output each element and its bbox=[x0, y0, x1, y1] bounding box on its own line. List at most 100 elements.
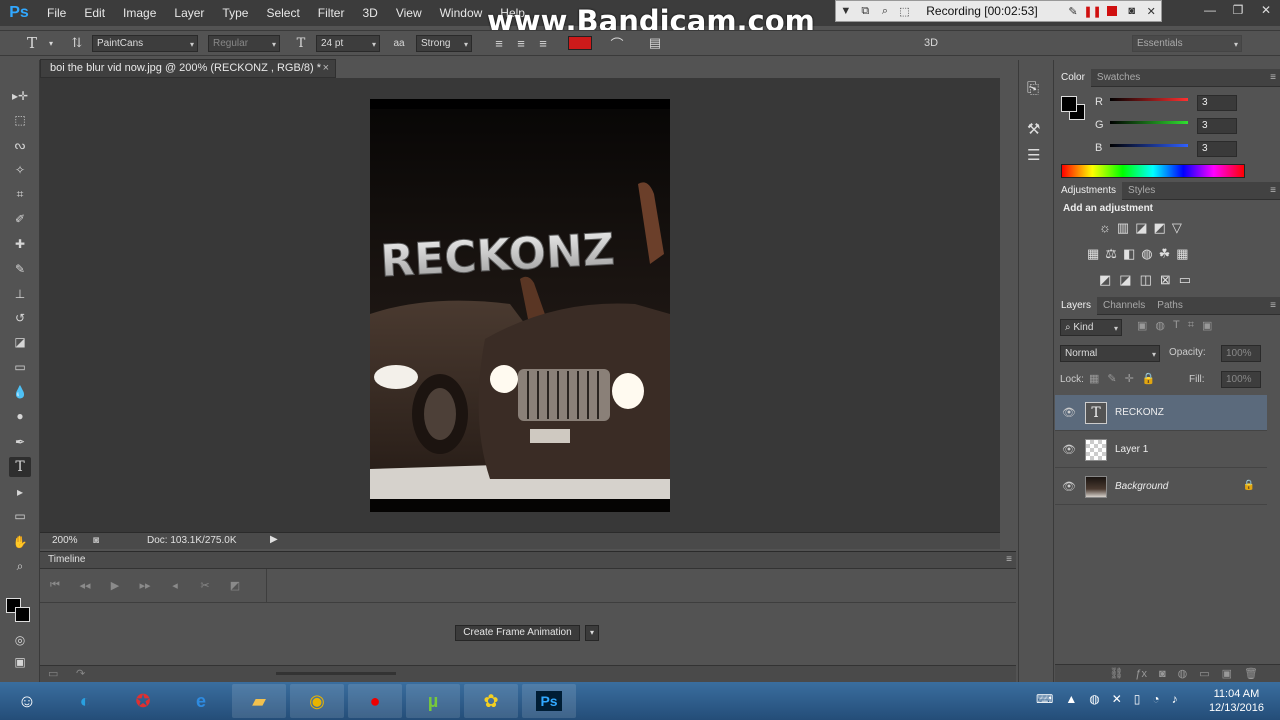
screen-mode-icon[interactable]: ▣ bbox=[9, 652, 31, 672]
camera-icon[interactable]: ◙ bbox=[1122, 1, 1142, 21]
start-button[interactable]: ☺ bbox=[0, 684, 54, 718]
close-icon[interactable]: ✕ bbox=[1141, 1, 1161, 21]
brush-tool-icon[interactable]: ✎ bbox=[9, 259, 31, 279]
menu-image[interactable]: Image bbox=[114, 0, 165, 26]
dodge-tool-icon[interactable]: ● bbox=[9, 406, 31, 426]
eraser-tool-icon[interactable]: ◪ bbox=[9, 332, 31, 352]
font-family-select[interactable]: PaintCans ▾ bbox=[92, 34, 198, 52]
first-frame-icon[interactable]: ⏮ bbox=[40, 579, 70, 592]
volume-icon[interactable]: ♪ bbox=[1172, 692, 1178, 706]
layer-row-background[interactable]: 👁 Background 🔒 bbox=[1055, 469, 1267, 505]
menu-filter[interactable]: Filter bbox=[309, 0, 354, 26]
history-brush-tool-icon[interactable]: ↺ bbox=[9, 308, 31, 328]
new-adjustment-icon[interactable]: ◍ bbox=[1178, 665, 1188, 682]
filter-shape-icon[interactable]: ⌗ bbox=[1188, 319, 1194, 332]
align-left-icon[interactable]: ≡ bbox=[488, 36, 510, 51]
blue-value-input[interactable]: 3 bbox=[1197, 141, 1237, 157]
eyedropper-tool-icon[interactable]: ✐ bbox=[9, 209, 31, 229]
menu-layer[interactable]: Layer bbox=[165, 0, 213, 26]
exposure-icon[interactable]: ◩ bbox=[1154, 220, 1166, 236]
font-style-select[interactable]: Regular ▾ bbox=[208, 34, 280, 52]
render-icon[interactable]: ↷ bbox=[76, 667, 85, 680]
vibrance-icon[interactable]: ▽ bbox=[1172, 220, 1182, 236]
internet-explorer-icon[interactable]: e bbox=[174, 684, 228, 718]
foreground-color-swatch[interactable] bbox=[1061, 96, 1077, 112]
text-orientation-icon[interactable]: ⇅ bbox=[66, 36, 88, 51]
wifi-icon[interactable]: ◔ bbox=[1152, 692, 1159, 706]
zoom-slider[interactable] bbox=[276, 672, 396, 675]
play-right-icon[interactable]: ▶ bbox=[270, 534, 278, 545]
actions-panel-icon[interactable]: ⚒ bbox=[1027, 120, 1040, 138]
tab-styles[interactable]: Styles bbox=[1122, 182, 1161, 200]
workspace-select[interactable]: Essentials ▾ bbox=[1132, 34, 1242, 52]
warp-text-icon[interactable]: ⌒ bbox=[606, 34, 628, 53]
document-canvas[interactable]: RECKONZ bbox=[370, 99, 670, 512]
pen-tool-icon[interactable]: ✒ bbox=[9, 432, 31, 452]
app-icon[interactable]: ✪ bbox=[116, 684, 170, 718]
levels-icon[interactable]: ▥ bbox=[1117, 220, 1129, 236]
stop-icon[interactable] bbox=[1102, 1, 1122, 21]
timeline-title[interactable]: Timeline bbox=[48, 554, 85, 565]
battery-icon[interactable]: ▯ bbox=[1134, 692, 1141, 706]
panel-menu-icon[interactable]: ≡ bbox=[1270, 300, 1276, 311]
document-tab[interactable]: boi the blur vid now.jpg @ 200% (RECKONZ… bbox=[40, 59, 336, 78]
transition-icon[interactable]: ◩ bbox=[220, 579, 250, 592]
photoshop-taskbar-icon[interactable]: Ps bbox=[522, 684, 576, 718]
selective-color-icon[interactable]: ⊠ bbox=[1160, 272, 1171, 288]
lasso-tool-icon[interactable]: ᔓ bbox=[9, 135, 31, 155]
properties-panel-icon[interactable]: ☰ bbox=[1027, 146, 1040, 164]
network-globe-icon[interactable]: ◍ bbox=[1089, 692, 1099, 706]
utorrent-icon[interactable]: µ bbox=[406, 684, 460, 718]
filter-pixel-icon[interactable]: ▣ bbox=[1137, 319, 1147, 332]
color-spectrum-ramp[interactable] bbox=[1061, 164, 1245, 178]
threed-button[interactable]: 3D bbox=[916, 37, 946, 49]
align-right-icon[interactable]: ≡ bbox=[532, 36, 554, 51]
red-value-input[interactable]: 3 bbox=[1197, 95, 1237, 111]
status-info-icon[interactable]: ◙ bbox=[93, 535, 99, 546]
marquee-tool-icon[interactable]: ⬚ bbox=[9, 110, 31, 130]
convert-icon[interactable]: ▭ bbox=[48, 667, 58, 680]
background-color-swatch[interactable] bbox=[15, 607, 30, 622]
close-window-icon[interactable]: ✕ bbox=[1252, 0, 1280, 20]
lock-transparent-icon[interactable]: ▦ bbox=[1089, 372, 1099, 385]
link-layers-icon[interactable]: ⛓ bbox=[1109, 665, 1123, 682]
curves-icon[interactable]: ◪ bbox=[1135, 220, 1147, 236]
menu-edit[interactable]: Edit bbox=[75, 0, 114, 26]
pause-icon[interactable]: ❚❚ bbox=[1083, 1, 1103, 21]
quick-select-tool-icon[interactable]: ✧ bbox=[9, 160, 31, 180]
brightness-icon[interactable]: ☼ bbox=[1099, 220, 1111, 236]
new-layer-icon[interactable]: ▣ bbox=[1222, 665, 1232, 682]
quick-mask-icon[interactable]: ◎ bbox=[9, 630, 31, 650]
play-icon[interactable]: ▶ bbox=[100, 579, 130, 592]
close-tab-icon[interactable]: × bbox=[323, 60, 329, 77]
photo-filter-icon[interactable]: ◍ bbox=[1141, 246, 1152, 262]
create-frame-animation-button[interactable]: Create Frame Animation bbox=[455, 625, 580, 641]
zoom-level[interactable]: 200% bbox=[52, 535, 78, 546]
hue-saturation-icon[interactable]: ▦ bbox=[1087, 246, 1099, 262]
fill-input[interactable]: 100% bbox=[1221, 371, 1261, 388]
app-icon[interactable]: ✿ bbox=[464, 684, 518, 718]
gradient-map-icon[interactable]: ▭ bbox=[1179, 272, 1191, 288]
opacity-input[interactable]: 100% bbox=[1221, 345, 1261, 362]
select-area-icon[interactable]: ⬚ bbox=[895, 1, 915, 21]
add-mask-icon[interactable]: ◙ bbox=[1159, 665, 1166, 682]
move-tool-icon[interactable]: ▸✛ bbox=[9, 86, 31, 106]
menu-3d[interactable]: 3D bbox=[353, 0, 386, 26]
black-white-icon[interactable]: ◧ bbox=[1123, 246, 1135, 262]
menu-type[interactable]: Type bbox=[213, 0, 257, 26]
minimize-icon[interactable]: — bbox=[1196, 0, 1224, 20]
healing-brush-tool-icon[interactable]: ✚ bbox=[9, 234, 31, 254]
red-channel-slider[interactable] bbox=[1110, 98, 1188, 101]
layer-row-reckonz[interactable]: 👁 T RECKONZ bbox=[1055, 395, 1267, 431]
font-size-select[interactable]: 24 pt ▾ bbox=[316, 34, 380, 52]
tab-paths[interactable]: Paths bbox=[1151, 297, 1189, 315]
window-mode-icon[interactable]: ⧉ bbox=[856, 1, 876, 21]
layer-filter-select[interactable]: ⌕ Kind ▾ bbox=[1060, 319, 1122, 336]
eye-icon[interactable]: 👁 bbox=[1055, 480, 1083, 493]
hand-tool-icon[interactable]: ✋ bbox=[9, 532, 31, 552]
color-balance-icon[interactable]: ⚖ bbox=[1105, 246, 1117, 262]
tab-color[interactable]: Color bbox=[1055, 68, 1091, 87]
eye-icon[interactable]: 👁 bbox=[1055, 406, 1083, 419]
path-selection-tool-icon[interactable]: ▸ bbox=[9, 482, 31, 502]
anti-alias-select[interactable]: Strong ▾ bbox=[416, 34, 472, 52]
